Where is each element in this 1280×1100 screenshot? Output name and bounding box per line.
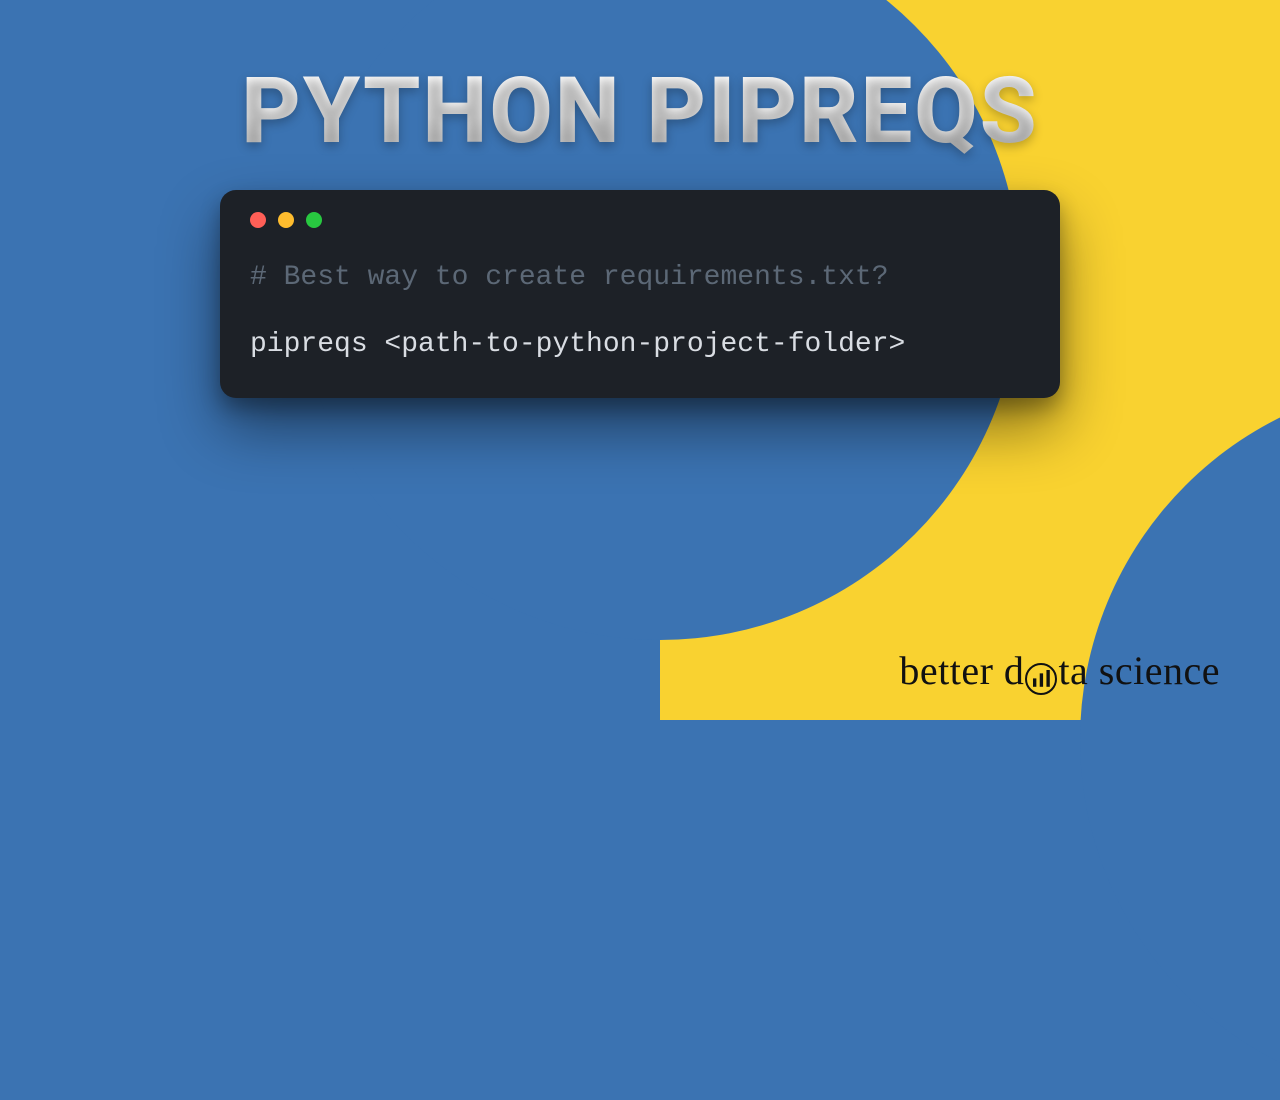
terminal-comment: # Best way to create requirements.txt? [250, 258, 1030, 297]
page-title: PYTHON PIPREQS [241, 58, 1039, 165]
window-controls [250, 212, 1030, 228]
brand-text-right: ta science [1058, 647, 1220, 694]
minimize-icon [278, 212, 294, 228]
brand-logo: better d ta science [899, 647, 1220, 694]
maximize-icon [306, 212, 322, 228]
brand-chart-icon [1025, 663, 1057, 695]
brand-text-left: better d [899, 647, 1024, 694]
terminal-command: pipreqs <path-to-python-project-folder> [250, 325, 1030, 364]
close-icon [250, 212, 266, 228]
terminal-window: # Best way to create requirements.txt? p… [220, 190, 1060, 398]
